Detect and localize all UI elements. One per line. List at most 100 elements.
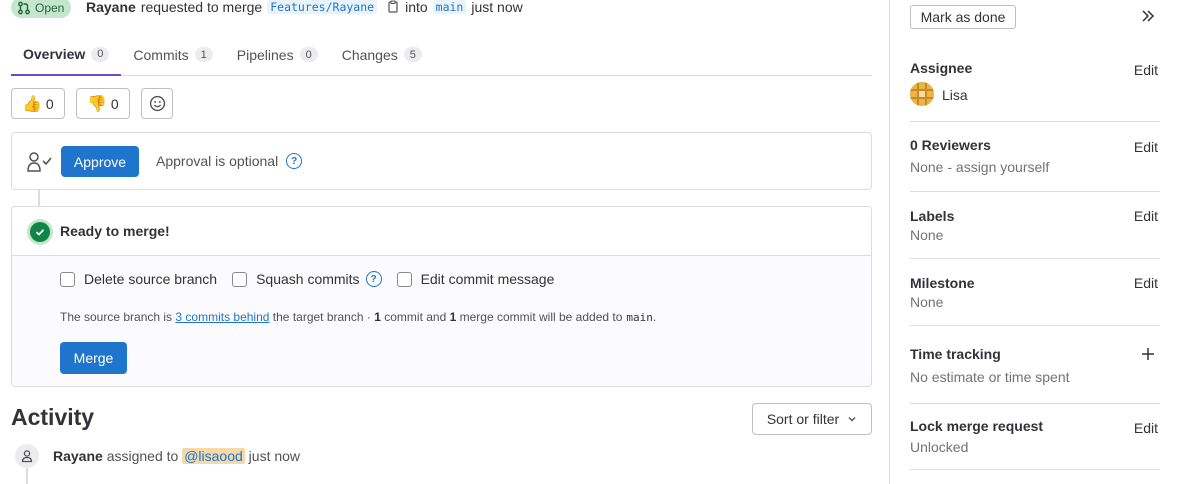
activity-author[interactable]: Rayane — [53, 448, 103, 464]
tab-count: 5 — [403, 47, 422, 62]
time-tracking-title: Time tracking — [910, 346, 1001, 362]
squash-commits-option[interactable]: Squash commits ? — [232, 271, 382, 287]
approval-widget: Approve Approval is optional ? — [11, 132, 872, 190]
merge-body: Delete source branch Squash commits ? Ed… — [12, 256, 871, 386]
target-branch-ref: main — [626, 311, 653, 324]
approval-help-icon[interactable]: ? — [286, 153, 303, 169]
mr-tabs: Overview 0 Commits 1 Pipelines 0 Changes… — [11, 34, 872, 76]
mark-as-done-button[interactable]: Mark as done — [910, 5, 1016, 29]
note-text: merge commit will be added to — [459, 310, 623, 324]
status-badge: Open — [11, 0, 72, 18]
plus-icon[interactable] — [1141, 347, 1155, 361]
assignee-name[interactable]: Lisa — [942, 87, 968, 103]
milestone-edit-button[interactable]: Edit — [1134, 275, 1158, 291]
reviewers-title: 0 Reviewers — [910, 137, 991, 153]
thumbs-up-button[interactable]: 👍 0 — [11, 88, 65, 119]
reviewers-value[interactable]: None - assign yourself — [910, 159, 1049, 175]
widget-connector — [38, 190, 40, 206]
edit-commit-message-option[interactable]: Edit commit message — [396, 271, 555, 287]
option-label: Edit commit message — [420, 271, 555, 287]
milestone-title: Milestone — [910, 275, 975, 291]
labels-value: None — [910, 227, 944, 243]
activity-action: assigned to — [106, 448, 179, 464]
time-tracking-value: No estimate or time spent — [910, 369, 1070, 385]
tab-count: 0 — [91, 46, 110, 62]
assignee-title: Assignee — [910, 60, 973, 76]
merge-request-icon — [18, 1, 30, 14]
right-sidebar: Mark as done Assignee Edit Lisa 0 Review… — [889, 0, 1179, 484]
lock-edit-button[interactable]: Edit — [1134, 420, 1158, 436]
mr-action-text: requested to merge — [140, 0, 263, 15]
note-text: the target branch · — [272, 310, 371, 324]
into-text: into — [405, 0, 428, 15]
activity-heading: Activity — [11, 404, 95, 430]
collapse-sidebar-icon[interactable] — [1140, 8, 1156, 24]
option-label: Delete source branch — [84, 271, 218, 287]
squash-commits-checkbox[interactable] — [232, 271, 248, 287]
approval-text: Approval is optional — [156, 153, 279, 169]
edit-commit-message-checkbox[interactable] — [396, 271, 412, 287]
milestone-value: None — [910, 294, 944, 310]
sort-filter-dropdown[interactable]: Sort or filter — [752, 403, 872, 435]
lock-value: Unlocked — [910, 439, 969, 455]
tab-commits[interactable]: Commits 1 — [121, 34, 224, 75]
tab-pipelines[interactable]: Pipelines 0 — [225, 34, 330, 75]
status-label: Open — [35, 0, 65, 15]
tab-count: 1 — [194, 47, 213, 62]
note-text: The source branch is — [60, 310, 173, 324]
merge-button[interactable]: Merge — [60, 342, 127, 374]
approval-status: Approval is optional ? — [156, 153, 303, 169]
tab-count: 0 — [299, 47, 318, 62]
squash-help-icon[interactable]: ? — [365, 271, 382, 287]
tab-label: Pipelines — [236, 46, 294, 63]
tab-label: Commits — [133, 46, 189, 63]
time-tracking-section: Time tracking No estimate or time spent — [910, 326, 1160, 404]
labels-title: Labels — [910, 208, 955, 224]
thumbs-down-icon: 👎 — [87, 95, 107, 113]
source-branch[interactable]: Features/Rayane — [267, 0, 378, 14]
mr-info: Rayane requested to merge Features/Rayan… — [86, 0, 523, 15]
merge-options: Delete source branch Squash commits ? Ed… — [60, 271, 569, 287]
avatar[interactable] — [910, 82, 934, 106]
chevron-down-icon — [848, 417, 856, 422]
lock-section: Lock merge request Edit Unlocked — [910, 404, 1160, 470]
commits-behind-link[interactable]: 3 commits behind — [175, 310, 269, 324]
reviewers-section: 0 Reviewers Edit None - assign yourself — [910, 122, 1160, 192]
delete-source-branch-checkbox[interactable] — [60, 271, 75, 287]
thumbs-down-button[interactable]: 👎 0 — [76, 88, 130, 119]
approve-button[interactable]: Approve — [61, 146, 139, 177]
delete-source-branch-option[interactable]: Delete source branch — [60, 271, 217, 287]
option-label: Squash commits — [256, 271, 360, 287]
note-text: . — [652, 310, 657, 324]
activity-time: just now — [248, 448, 301, 464]
reviewers-edit-button[interactable]: Edit — [1134, 139, 1158, 155]
note-text: commit and — [384, 310, 447, 324]
milestone-section: Milestone Edit None — [910, 259, 1160, 326]
smiley-icon — [149, 95, 165, 112]
tab-changes[interactable]: Changes 5 — [330, 34, 434, 75]
merge-status: Ready to merge! — [60, 223, 170, 239]
mr-time: just now — [471, 0, 523, 15]
tab-label: Overview — [23, 46, 86, 62]
commit-count: 1 — [374, 310, 381, 324]
labels-edit-button[interactable]: Edit — [1134, 208, 1158, 224]
merge-widget: Ready to merge! Delete source branch Squ… — [11, 206, 872, 387]
assignee-edit-button[interactable]: Edit — [1134, 62, 1158, 78]
user-mention[interactable]: @lisaood — [182, 448, 245, 464]
sort-label: Sort or filter — [766, 411, 840, 427]
approval-user-icon — [27, 152, 52, 172]
labels-section: Labels Edit None — [910, 192, 1160, 259]
add-reaction-button[interactable] — [141, 88, 173, 119]
activity-entry: Rayane assigned to @lisaood just now — [53, 448, 300, 464]
merge-header: Ready to merge! — [12, 207, 871, 256]
tab-overview[interactable]: Overview 0 — [11, 34, 122, 76]
user-icon — [15, 444, 39, 468]
check-circle-icon — [30, 222, 50, 242]
lock-title: Lock merge request — [910, 418, 1044, 434]
copy-icon[interactable] — [386, 0, 400, 14]
target-branch[interactable]: main — [432, 0, 467, 14]
author-name[interactable]: Rayane — [86, 0, 136, 15]
thumbs-down-count: 0 — [110, 95, 119, 112]
timeline-line — [26, 468, 28, 484]
tab-label: Changes — [341, 46, 398, 63]
